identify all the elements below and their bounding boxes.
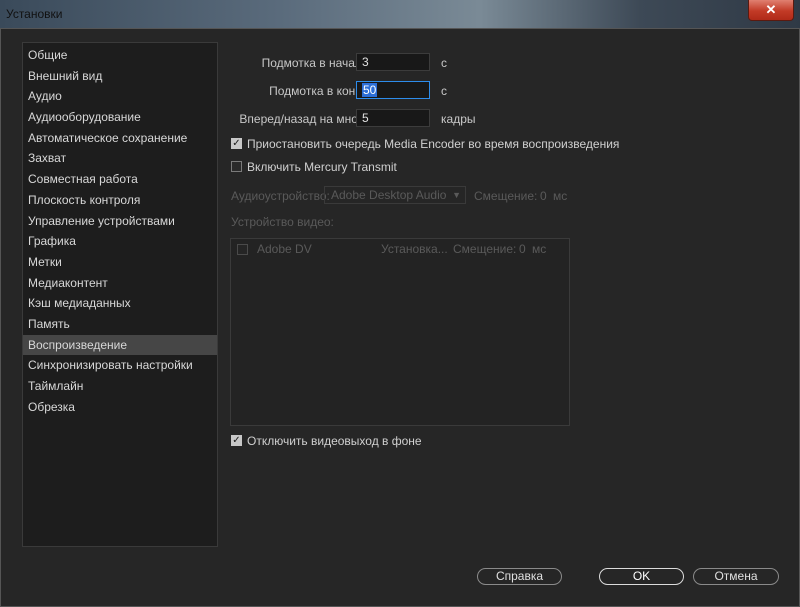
- help-button[interactable]: Справка: [477, 568, 562, 585]
- step-input[interactable]: 5: [356, 109, 430, 127]
- video-offset-label: Смещение:: [453, 242, 517, 256]
- sidebar-item-timeline[interactable]: Таймлайн: [23, 376, 217, 397]
- ok-button[interactable]: OK: [599, 568, 684, 585]
- postroll-input[interactable]: 50: [356, 81, 430, 99]
- video-device-name: Adobe DV: [257, 242, 312, 256]
- mercury-transmit-checkbox[interactable]: [231, 161, 242, 172]
- sidebar-item-capture[interactable]: Захват: [23, 148, 217, 169]
- postroll-label: Подмотка в конце:: [269, 84, 372, 98]
- sidebar-item-media-cache[interactable]: Кэш медиаданных: [23, 293, 217, 314]
- adobe-dv-checkbox[interactable]: [237, 244, 248, 255]
- sidebar-item-auto-save[interactable]: Автоматическое сохранение: [23, 128, 217, 149]
- chevron-down-icon: ▼: [452, 190, 461, 200]
- sidebar-item-audio-hardware[interactable]: Аудиооборудование: [23, 107, 217, 128]
- audio-offset-value: 0: [540, 189, 547, 203]
- sidebar-item-general[interactable]: Общие: [23, 45, 217, 66]
- disable-video-bg-checkbox[interactable]: ✓: [231, 435, 242, 446]
- close-button[interactable]: ✕: [748, 0, 794, 21]
- sidebar-item-device-control[interactable]: Управление устройствами: [23, 211, 217, 232]
- pause-media-encoder-label: Приостановить очередь Media Encoder во в…: [247, 137, 620, 151]
- window-title: Установки: [6, 7, 63, 21]
- audio-device-value: Adobe Desktop Audio: [331, 188, 447, 202]
- sidebar-item-graphics[interactable]: Графика: [23, 231, 217, 252]
- step-value: 5: [362, 111, 369, 125]
- sidebar-item-sync-settings[interactable]: Синхронизировать настройки: [23, 355, 217, 376]
- disable-video-bg-label: Отключить видеовыход в фоне: [247, 434, 422, 448]
- preroll-value: 3: [362, 55, 369, 69]
- video-device-label: Устройство видео:: [231, 215, 334, 229]
- preferences-sidebar: Общие Внешний вид Аудио Аудиооборудовани…: [22, 42, 218, 547]
- preroll-unit: с: [441, 56, 447, 70]
- audio-offset-unit: мс: [553, 189, 568, 203]
- preroll-label: Подмотка в начале:: [261, 56, 372, 70]
- audio-device-dropdown[interactable]: Adobe Desktop Audio ▼: [324, 186, 466, 204]
- title-bar: Установки ✕: [0, 0, 800, 28]
- video-device-setup-button[interactable]: Установка...: [381, 242, 448, 256]
- video-offset-unit: мс: [532, 242, 547, 256]
- preroll-input[interactable]: 3: [356, 53, 430, 71]
- video-offset-value: 0: [519, 242, 526, 256]
- step-label: Вперед/назад на много:: [239, 112, 372, 126]
- sidebar-item-trim[interactable]: Обрезка: [23, 397, 217, 418]
- sidebar-item-control-surface[interactable]: Плоскость контроля: [23, 190, 217, 211]
- postroll-value: 50: [362, 83, 378, 97]
- sidebar-item-appearance[interactable]: Внешний вид: [23, 66, 217, 87]
- postroll-unit: с: [441, 84, 447, 98]
- sidebar-item-memory[interactable]: Память: [23, 314, 217, 335]
- step-unit: кадры: [441, 112, 476, 126]
- mercury-transmit-label: Включить Mercury Transmit: [247, 160, 397, 174]
- sidebar-item-audio[interactable]: Аудио: [23, 86, 217, 107]
- sidebar-item-media[interactable]: Медиаконтент: [23, 273, 217, 294]
- sidebar-item-playback[interactable]: Воспроизведение: [23, 334, 217, 356]
- close-icon: ✕: [765, 2, 777, 17]
- video-device-list: Adobe DV Установка... Смещение: 0 мс: [230, 238, 570, 426]
- sidebar-item-collaboration[interactable]: Совместная работа: [23, 169, 217, 190]
- audio-device-label: Аудиоустройство:: [231, 189, 330, 203]
- audio-offset-label: Смещение:: [474, 189, 538, 203]
- pause-media-encoder-checkbox[interactable]: ✓: [231, 138, 242, 149]
- cancel-button[interactable]: Отмена: [693, 568, 779, 585]
- sidebar-item-labels[interactable]: Метки: [23, 252, 217, 273]
